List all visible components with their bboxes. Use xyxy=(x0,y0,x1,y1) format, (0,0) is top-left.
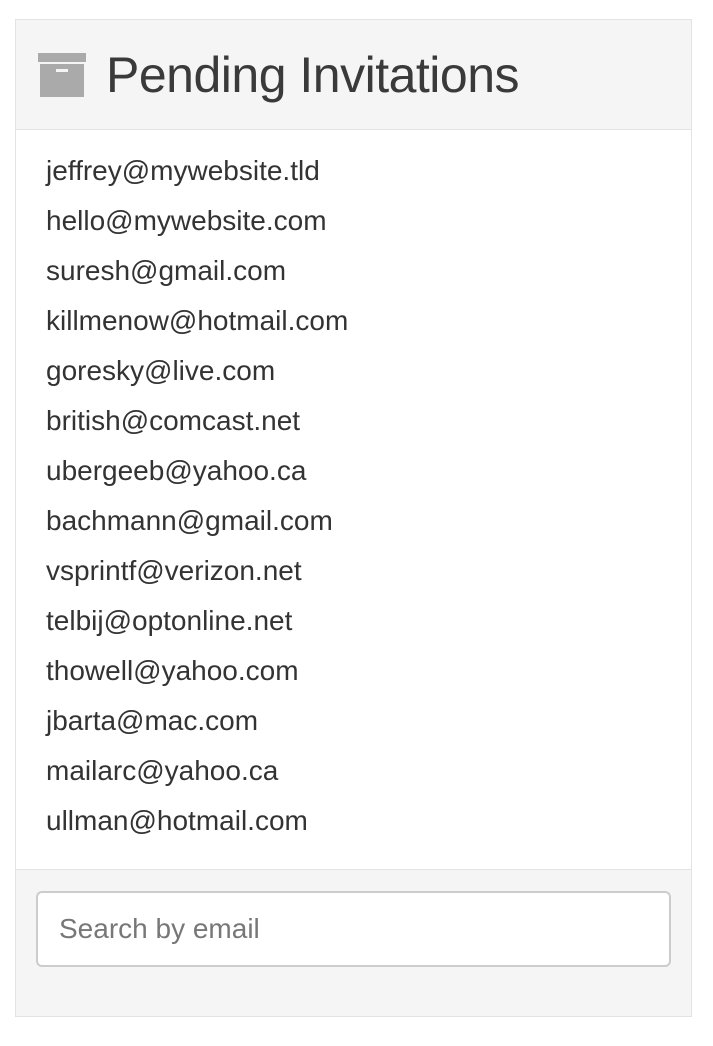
invitation-email: killmenow@hotmail.com xyxy=(46,305,349,336)
invitation-email: thowell@yahoo.com xyxy=(46,655,299,686)
invitation-email: british@comcast.net xyxy=(46,405,301,436)
invitation-email: vsprintf@verizon.net xyxy=(46,555,302,586)
invitation-email: hello@mywebsite.com xyxy=(46,205,327,236)
invitation-email: jeffrey@mywebsite.tld xyxy=(46,155,320,186)
pending-invitations-panel: Pending Invitations jeffrey@mywebsite.tl… xyxy=(15,19,692,1017)
invitation-email: telbij@optonline.net xyxy=(46,605,293,636)
invitation-email: ullman@hotmail.com xyxy=(46,805,308,836)
panel-title: Pending Invitations xyxy=(106,46,520,103)
invitation-email: ubergeeb@yahoo.ca xyxy=(46,455,307,486)
archive-icon xyxy=(38,51,86,99)
panel-footer xyxy=(16,869,691,1016)
panel-body: jeffrey@mywebsite.tld hello@mywebsite.com… xyxy=(16,130,691,871)
invitation-email: suresh@gmail.com xyxy=(46,255,287,286)
invitation-email: goresky@live.com xyxy=(46,355,276,386)
invitation-email: jbarta@mac.com xyxy=(46,705,259,736)
invitation-email: mailarc@yahoo.ca xyxy=(46,755,279,786)
invitation-list: jeffrey@mywebsite.tld hello@mywebsite.com… xyxy=(46,146,691,846)
search-input[interactable] xyxy=(36,891,671,967)
invitation-email: bachmann@gmail.com xyxy=(46,505,333,536)
panel-header: Pending Invitations xyxy=(16,20,691,130)
